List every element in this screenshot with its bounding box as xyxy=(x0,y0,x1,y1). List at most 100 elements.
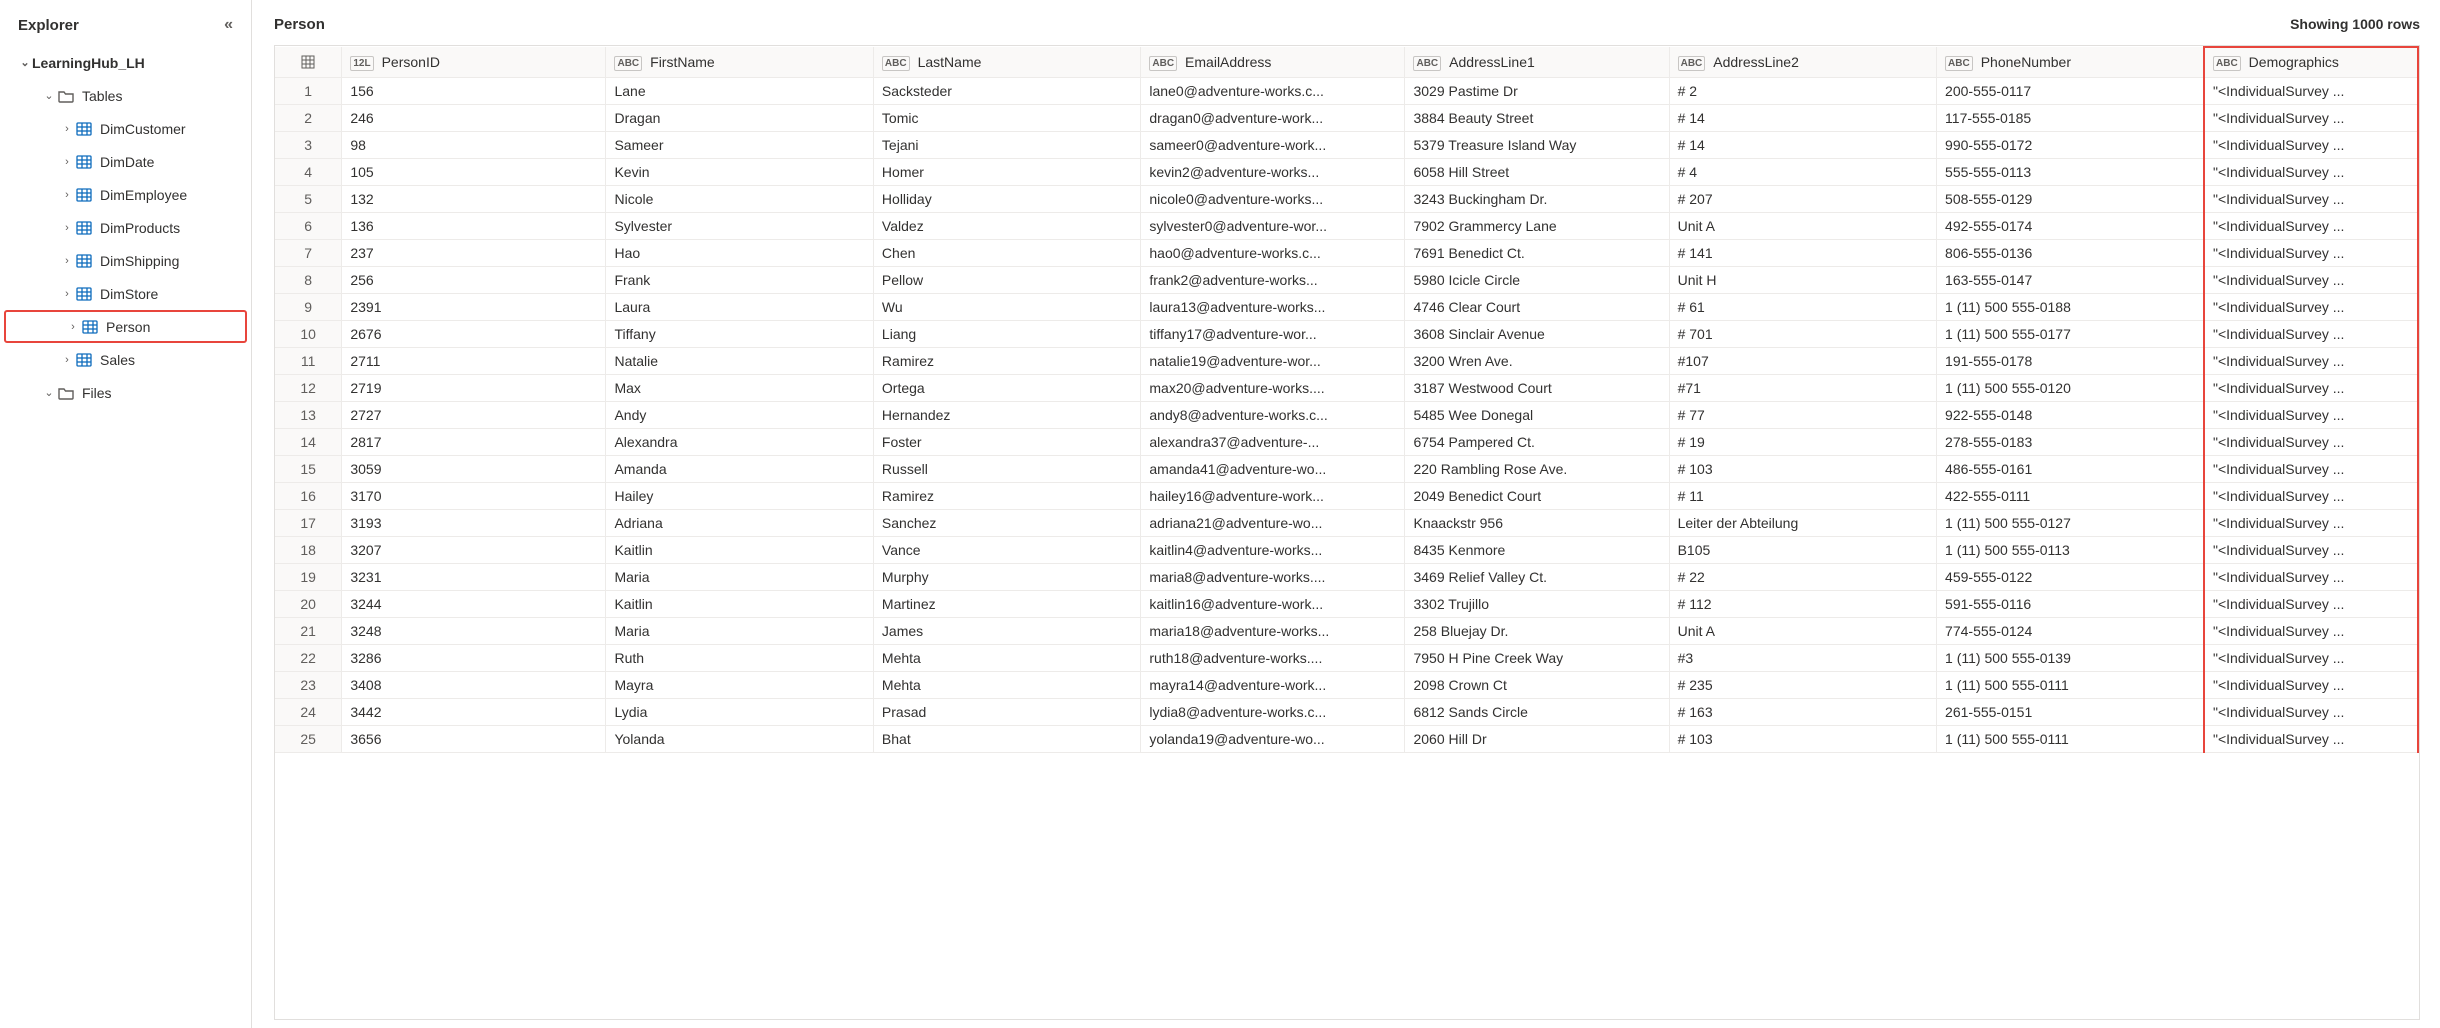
cell-firstname[interactable]: Lydia xyxy=(606,698,873,725)
chevron-right-icon[interactable]: › xyxy=(60,156,74,168)
cell-lastname[interactable]: Homer xyxy=(873,158,1140,185)
table-item-dimdate[interactable]: ›DimDate xyxy=(0,145,251,178)
table-item-dimcustomer[interactable]: ›DimCustomer xyxy=(0,112,251,145)
column-header-demographics[interactable]: ABCDemographics xyxy=(2204,47,2418,77)
cell-emailaddress[interactable]: yolanda19@adventure-wo... xyxy=(1141,725,1405,752)
cell-phonenumber[interactable]: 1 (11) 500 555-0120 xyxy=(1937,374,2204,401)
files-folder[interactable]: ⌄ Files xyxy=(0,376,251,409)
cell-firstname[interactable]: Tiffany xyxy=(606,320,873,347)
cell-firstname[interactable]: Nicole xyxy=(606,185,873,212)
cell-phonenumber[interactable]: 191-555-0178 xyxy=(1937,347,2204,374)
cell-demographics[interactable]: "<IndividualSurvey ... xyxy=(2204,185,2418,212)
column-header-addressline1[interactable]: ABCAddressLine1 xyxy=(1405,47,1669,77)
cell-emailaddress[interactable]: mayra14@adventure-work... xyxy=(1141,671,1405,698)
cell-personid[interactable]: 136 xyxy=(342,212,606,239)
cell-phonenumber[interactable]: 422-555-0111 xyxy=(1937,482,2204,509)
cell-firstname[interactable]: Laura xyxy=(606,293,873,320)
table-row[interactable]: 142817AlexandraFosteralexandra37@adventu… xyxy=(275,428,2418,455)
cell-firstname[interactable]: Natalie xyxy=(606,347,873,374)
cell-firstname[interactable]: Hailey xyxy=(606,482,873,509)
table-row[interactable]: 183207KaitlinVancekaitlin4@adventure-wor… xyxy=(275,536,2418,563)
cell-demographics[interactable]: "<IndividualSurvey ... xyxy=(2204,590,2418,617)
cell-phonenumber[interactable]: 163-555-0147 xyxy=(1937,266,2204,293)
cell-lastname[interactable]: Foster xyxy=(873,428,1140,455)
cell-lastname[interactable]: Ortega xyxy=(873,374,1140,401)
cell-personid[interactable]: 3231 xyxy=(342,563,606,590)
cell-demographics[interactable]: "<IndividualSurvey ... xyxy=(2204,428,2418,455)
cell-lastname[interactable]: Hernandez xyxy=(873,401,1140,428)
cell-addressline1[interactable]: 2060 Hill Dr xyxy=(1405,725,1669,752)
table-row[interactable]: 233408MayraMehtamayra14@adventure-work..… xyxy=(275,671,2418,698)
cell-demographics[interactable]: "<IndividualSurvey ... xyxy=(2204,239,2418,266)
cell-firstname[interactable]: Kaitlin xyxy=(606,590,873,617)
cell-phonenumber[interactable]: 1 (11) 500 555-0127 xyxy=(1937,509,2204,536)
cell-firstname[interactable]: Adriana xyxy=(606,509,873,536)
cell-emailaddress[interactable]: adriana21@adventure-wo... xyxy=(1141,509,1405,536)
cell-demographics[interactable]: "<IndividualSurvey ... xyxy=(2204,725,2418,752)
cell-emailaddress[interactable]: hailey16@adventure-work... xyxy=(1141,482,1405,509)
cell-addressline1[interactable]: 7691 Benedict Ct. xyxy=(1405,239,1669,266)
cell-firstname[interactable]: Lane xyxy=(606,77,873,104)
cell-emailaddress[interactable]: maria8@adventure-works.... xyxy=(1141,563,1405,590)
cell-emailaddress[interactable]: kevin2@adventure-works... xyxy=(1141,158,1405,185)
table-row[interactable]: 173193AdrianaSanchezadriana21@adventure-… xyxy=(275,509,2418,536)
cell-firstname[interactable]: Kaitlin xyxy=(606,536,873,563)
cell-addressline2[interactable]: # 14 xyxy=(1669,131,1936,158)
cell-emailaddress[interactable]: kaitlin4@adventure-works... xyxy=(1141,536,1405,563)
cell-firstname[interactable]: Mayra xyxy=(606,671,873,698)
cell-demographics[interactable]: "<IndividualSurvey ... xyxy=(2204,104,2418,131)
column-header-phonenumber[interactable]: ABCPhoneNumber xyxy=(1937,47,2204,77)
cell-addressline2[interactable]: # 701 xyxy=(1669,320,1936,347)
cell-firstname[interactable]: Dragan xyxy=(606,104,873,131)
cell-emailaddress[interactable]: amanda41@adventure-wo... xyxy=(1141,455,1405,482)
cell-addressline2[interactable]: Unit H xyxy=(1669,266,1936,293)
cell-personid[interactable]: 3170 xyxy=(342,482,606,509)
cell-personid[interactable]: 132 xyxy=(342,185,606,212)
cell-addressline2[interactable]: # 103 xyxy=(1669,455,1936,482)
cell-emailaddress[interactable]: lydia8@adventure-works.c... xyxy=(1141,698,1405,725)
cell-lastname[interactable]: Mehta xyxy=(873,644,1140,671)
table-row[interactable]: 213248MariaJamesmaria18@adventure-works.… xyxy=(275,617,2418,644)
chevron-right-icon[interactable]: › xyxy=(60,255,74,267)
cell-emailaddress[interactable]: sylvester0@adventure-wor... xyxy=(1141,212,1405,239)
cell-addressline1[interactable]: 6754 Pampered Ct. xyxy=(1405,428,1669,455)
cell-firstname[interactable]: Amanda xyxy=(606,455,873,482)
table-item-sales[interactable]: ›Sales xyxy=(0,343,251,376)
cell-personid[interactable]: 2391 xyxy=(342,293,606,320)
column-header-addressline2[interactable]: ABCAddressLine2 xyxy=(1669,47,1936,77)
cell-firstname[interactable]: Sylvester xyxy=(606,212,873,239)
cell-lastname[interactable]: Ramirez xyxy=(873,347,1140,374)
table-row[interactable]: 1156LaneSackstederlane0@adventure-works.… xyxy=(275,77,2418,104)
cell-phonenumber[interactable]: 774-555-0124 xyxy=(1937,617,2204,644)
cell-lastname[interactable]: Prasad xyxy=(873,698,1140,725)
cell-firstname[interactable]: Kevin xyxy=(606,158,873,185)
cell-phonenumber[interactable]: 492-555-0174 xyxy=(1937,212,2204,239)
cell-addressline2[interactable]: # 103 xyxy=(1669,725,1936,752)
cell-addressline1[interactable]: 2098 Crown Ct xyxy=(1405,671,1669,698)
cell-addressline2[interactable]: Unit A xyxy=(1669,212,1936,239)
cell-firstname[interactable]: Yolanda xyxy=(606,725,873,752)
cell-emailaddress[interactable]: ruth18@adventure-works.... xyxy=(1141,644,1405,671)
cell-lastname[interactable]: Valdez xyxy=(873,212,1140,239)
cell-firstname[interactable]: Frank xyxy=(606,266,873,293)
column-header-personid[interactable]: 12LPersonID xyxy=(342,47,606,77)
cell-addressline1[interactable]: 3884 Beauty Street xyxy=(1405,104,1669,131)
table-row[interactable]: 7237HaoChenhao0@adventure-works.c...7691… xyxy=(275,239,2418,266)
cell-personid[interactable]: 2719 xyxy=(342,374,606,401)
cell-firstname[interactable]: Sameer xyxy=(606,131,873,158)
cell-demographics[interactable]: "<IndividualSurvey ... xyxy=(2204,131,2418,158)
cell-addressline2[interactable]: # 163 xyxy=(1669,698,1936,725)
table-row[interactable]: 92391LauraWulaura13@adventure-works...47… xyxy=(275,293,2418,320)
cell-addressline2[interactable]: # 4 xyxy=(1669,158,1936,185)
cell-phonenumber[interactable]: 806-555-0136 xyxy=(1937,239,2204,266)
cell-addressline2[interactable]: # 235 xyxy=(1669,671,1936,698)
cell-phonenumber[interactable]: 922-555-0148 xyxy=(1937,401,2204,428)
cell-emailaddress[interactable]: frank2@adventure-works... xyxy=(1141,266,1405,293)
data-table-container[interactable]: 12LPersonIDABCFirstNameABCLastNameABCEma… xyxy=(274,45,2420,1020)
cell-firstname[interactable]: Andy xyxy=(606,401,873,428)
cell-emailaddress[interactable]: hao0@adventure-works.c... xyxy=(1141,239,1405,266)
cell-addressline1[interactable]: 5379 Treasure Island Way xyxy=(1405,131,1669,158)
cell-emailaddress[interactable]: alexandra37@adventure-... xyxy=(1141,428,1405,455)
cell-emailaddress[interactable]: tiffany17@adventure-wor... xyxy=(1141,320,1405,347)
chevron-right-icon[interactable]: › xyxy=(60,189,74,201)
